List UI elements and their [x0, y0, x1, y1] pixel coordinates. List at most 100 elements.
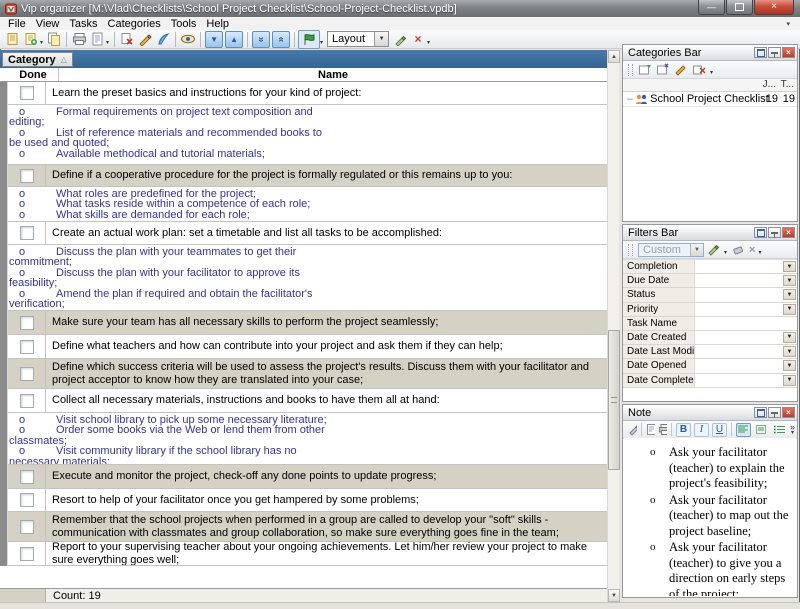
print-button[interactable]: [70, 31, 88, 48]
delete-layout-button[interactable]: ×: [409, 31, 427, 48]
panel-close-button[interactable]: ×: [782, 407, 795, 418]
underline-button[interactable]: U: [712, 423, 727, 437]
toolbar-drag-handle[interactable]: [628, 64, 633, 76]
filter-dropdown-button[interactable]: ▼: [783, 346, 796, 357]
menu-tools[interactable]: Tools: [166, 18, 202, 30]
task-checkbox[interactable]: [20, 547, 34, 561]
note-row[interactable]: oWhat roles are predefined for the proje…: [8, 187, 607, 222]
menu-view[interactable]: View: [31, 18, 65, 30]
layout-combobox-dropdown-button[interactable]: ▼: [374, 32, 388, 46]
edit-task-button[interactable]: [136, 31, 154, 48]
task-checkbox[interactable]: [20, 520, 34, 534]
complete-task-button[interactable]: [154, 31, 172, 48]
menu-file[interactable]: File: [3, 18, 31, 30]
print-note-icon[interactable]: [658, 423, 667, 436]
layout-combobox[interactable]: Layout ▼: [327, 31, 389, 47]
panel-close-button[interactable]: ×: [782, 47, 795, 58]
scroll-up-button[interactable]: ▲: [608, 50, 620, 63]
categories-col2-header[interactable]: T...: [781, 79, 794, 90]
task-checkbox[interactable]: [20, 493, 34, 507]
align-left-button[interactable]: [736, 423, 751, 437]
expand-all-button[interactable]: »: [252, 31, 270, 48]
filter-value-cell[interactable]: [695, 317, 797, 330]
task-checkbox[interactable]: [20, 367, 34, 381]
note-row[interactable]: oVisit school library to pick up some ne…: [8, 413, 607, 465]
note-row[interactable]: oFormal requirements on project text com…: [8, 105, 607, 165]
layout-flag-dropdown-icon[interactable]: ▾: [320, 39, 323, 46]
new-subcategory-icon[interactable]: [656, 63, 671, 76]
task-checkbox[interactable]: [20, 340, 34, 354]
edit-category-icon[interactable]: [674, 63, 689, 76]
filter-value-cell[interactable]: ▼: [695, 303, 797, 316]
panel-pin-button[interactable]: [768, 227, 781, 238]
menu-categories[interactable]: Categories: [103, 18, 166, 30]
save-filter-dropdown-icon[interactable]: ▾: [724, 249, 727, 256]
task-checkbox[interactable]: [20, 169, 34, 183]
task-checkbox[interactable]: [20, 86, 34, 100]
task-row[interactable]: Learn the preset basics and instructions…: [8, 82, 607, 105]
filter-value-cell[interactable]: ▼: [695, 345, 797, 358]
delete-category-icon[interactable]: [692, 63, 707, 76]
show-notes-button[interactable]: [179, 31, 197, 48]
filter-dropdown-button[interactable]: ▼: [783, 375, 796, 386]
remove-filter-icon[interactable]: ×: [749, 244, 755, 256]
align-justify-button[interactable]: [754, 423, 769, 437]
category-row[interactable]: – School Project Checklist 19 19: [623, 92, 797, 107]
duplicate-task-button[interactable]: [45, 31, 63, 48]
filters-toolbar-overflow-icon[interactable]: ▾: [758, 249, 761, 256]
task-row[interactable]: Define what teachers and how can contrib…: [8, 335, 607, 359]
tree-collapse-icon[interactable]: –: [627, 93, 633, 105]
toolbar-drag-handle[interactable]: [628, 244, 633, 256]
task-checkbox[interactable]: [20, 470, 34, 484]
task-row[interactable]: Define if a cooperative procedure for th…: [8, 165, 607, 187]
panel-close-button[interactable]: ×: [782, 227, 795, 238]
layout-flag-button[interactable]: [298, 30, 320, 49]
scroll-down-button[interactable]: ▼: [608, 589, 620, 602]
new-category-icon[interactable]: [638, 63, 653, 76]
maximize-button[interactable]: [726, 0, 753, 15]
categories-col1-header[interactable]: J...: [763, 79, 776, 90]
note-toolbar-overflow[interactable]: » ▾: [790, 424, 795, 436]
task-row[interactable]: Create an actual work plan: set a timeta…: [8, 222, 607, 245]
filter-value-cell[interactable]: ▼: [695, 288, 797, 301]
move-down-button[interactable]: ▼: [205, 31, 223, 48]
filter-value-cell[interactable]: ▼: [695, 374, 797, 387]
task-row[interactable]: Remember that the school projects when p…: [8, 512, 607, 542]
task-checkbox[interactable]: [20, 316, 34, 330]
panel-pin-button[interactable]: [768, 47, 781, 58]
filter-value-cell[interactable]: ▼: [695, 359, 797, 372]
italic-button[interactable]: I: [694, 423, 709, 437]
task-row[interactable]: Execute and monitor the project, check-o…: [8, 465, 607, 489]
clear-filter-icon[interactable]: [732, 244, 746, 256]
filter-dropdown-button[interactable]: ▼: [783, 332, 796, 343]
categories-toolbar-overflow-icon[interactable]: ▾: [710, 69, 713, 76]
vertical-scrollbar[interactable]: ▲ ▼: [607, 50, 619, 602]
menu-tasks[interactable]: Tasks: [64, 18, 102, 30]
print-preview-button[interactable]: [88, 31, 106, 48]
close-button[interactable]: ×: [754, 0, 794, 15]
task-checkbox[interactable]: [20, 394, 34, 408]
note-row[interactable]: oDiscuss the plan with your teammates to…: [8, 245, 607, 311]
menu-help[interactable]: Help: [201, 18, 234, 30]
edit-note-icon[interactable]: [628, 423, 637, 436]
column-header-name[interactable]: Name: [59, 68, 607, 81]
save-filter-icon[interactable]: [707, 243, 721, 256]
task-row[interactable]: Collect all necessary materials, instruc…: [8, 389, 607, 413]
filter-dropdown-button[interactable]: ▼: [783, 289, 796, 300]
filter-dropdown-button[interactable]: ▼: [783, 275, 796, 286]
delete-task-button[interactable]: [118, 31, 136, 48]
task-checkbox[interactable]: [20, 226, 34, 240]
new-task-button[interactable]: [4, 31, 22, 48]
toolbar-overflow-icon[interactable]: ▾: [427, 39, 430, 46]
filter-dropdown-button[interactable]: ▼: [783, 261, 796, 272]
menu-overflow-icon[interactable]: ▾: [786, 20, 790, 28]
filter-dropdown-button[interactable]: ▼: [783, 304, 796, 315]
filter-dropdown-button[interactable]: ▼: [783, 360, 796, 371]
edit-layout-button[interactable]: [391, 31, 409, 48]
move-up-button[interactable]: ▲: [225, 31, 243, 48]
bullet-list-button[interactable]: [772, 423, 787, 437]
task-row[interactable]: Report to your supervising teacher about…: [8, 542, 607, 566]
panel-restore-button[interactable]: [754, 407, 767, 418]
panel-restore-button[interactable]: [754, 227, 767, 238]
panel-pin-button[interactable]: [768, 407, 781, 418]
